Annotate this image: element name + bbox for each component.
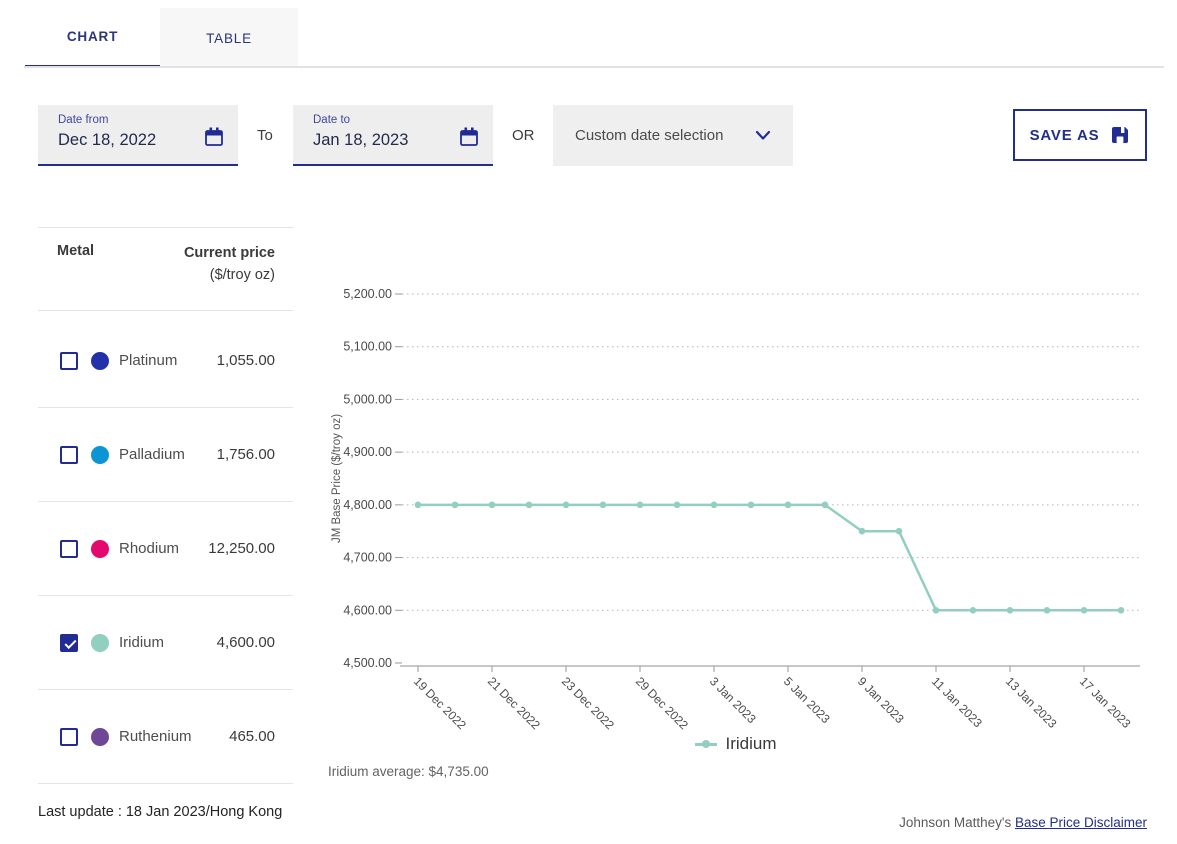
metal-name: Iridium <box>119 634 165 651</box>
svg-text:11 Jan 2023: 11 Jan 2023 <box>929 674 985 730</box>
metal-price: 1,055.00 <box>216 352 275 369</box>
last-update-text: Last update : 18 Jan 2023/Hong Kong <box>38 804 283 820</box>
svg-text:17 Jan 2023: 17 Jan 2023 <box>1077 674 1134 731</box>
metal-checkbox-ruthenium[interactable] <box>60 727 78 746</box>
svg-text:13 Jan 2023: 13 Jan 2023 <box>1003 674 1060 731</box>
base-price-disclaimer-link[interactable]: Base Price Disclaimer <box>1015 815 1147 830</box>
svg-text:23 Dec 2022: 23 Dec 2022 <box>559 674 617 731</box>
or-label: OR <box>512 127 535 144</box>
tab-table-label: TABLE <box>206 30 252 46</box>
metal-price: 12,250.00 <box>208 540 275 557</box>
metal-column-header: Metal <box>57 243 95 259</box>
date-from-input[interactable]: Date from Dec 18, 2022 <box>38 105 238 166</box>
svg-text:5 Jan 2023: 5 Jan 2023 <box>781 674 833 726</box>
metal-name: Platinum <box>119 352 178 369</box>
save-as-button[interactable]: SAVE AS <box>1013 109 1147 161</box>
svg-text:4,500.00: 4,500.00 <box>343 656 392 670</box>
metal-row-palladium: Palladium 1,756.00 <box>38 408 293 502</box>
tabs-divider <box>24 66 1164 68</box>
metal-checkbox-palladium[interactable] <box>60 445 78 464</box>
metals-table-header: Metal Current price ($/troy oz) <box>38 243 293 287</box>
disclaimer-text: Johnson Matthey's Base Price Disclaimer <box>899 815 1147 830</box>
date-range-select[interactable]: Custom date selection <box>553 105 793 166</box>
save-as-label: SAVE AS <box>1029 126 1100 144</box>
svg-text:19 Dec 2022: 19 Dec 2022 <box>411 674 469 731</box>
chart-legend: Iridium <box>330 734 1142 754</box>
metal-name: Ruthenium <box>119 728 192 745</box>
price-line-chart: 4,500.00 4,600.00 4,700.00 4,800.00 4,900.00… <box>331 287 1140 731</box>
divider <box>38 310 293 311</box>
metal-price: 465.00 <box>229 728 275 745</box>
metal-checkbox-platinum[interactable] <box>60 351 78 370</box>
legend-label: Iridium <box>725 734 777 753</box>
svg-text:4,600.00: 4,600.00 <box>343 603 392 617</box>
svg-text:3 Jan 2023: 3 Jan 2023 <box>707 674 759 726</box>
metal-checkbox-rhodium[interactable] <box>60 539 78 558</box>
price-column-header: Current price ($/troy oz) <box>183 245 275 283</box>
metal-color-dot <box>91 445 109 464</box>
date-to-label: Date to <box>313 114 351 126</box>
svg-text:4,700.00: 4,700.00 <box>343 551 392 565</box>
svg-text:5,000.00: 5,000.00 <box>343 392 392 406</box>
metal-price: 4,600.00 <box>216 634 275 651</box>
average-price-label: Iridium average: $4,735.00 <box>328 764 489 779</box>
legend-item-iridium[interactable]: Iridium <box>695 734 777 754</box>
metal-color-dot <box>91 633 109 652</box>
svg-text:9 Jan 2023: 9 Jan 2023 <box>855 674 907 726</box>
calendar-icon[interactable] <box>459 127 479 147</box>
date-to-value: Jan 18, 2023 <box>313 131 409 149</box>
date-range-select-value: Custom date selection <box>575 127 724 144</box>
metal-checkbox-iridium[interactable] <box>60 633 78 652</box>
metal-color-dot <box>91 539 109 558</box>
date-from-label: Date from <box>58 114 109 126</box>
metal-row-platinum: Platinum 1,055.00 <box>38 314 293 408</box>
metal-name: Rhodium <box>119 540 180 557</box>
svg-text:5,100.00: 5,100.00 <box>343 340 392 354</box>
metals-top-divider <box>38 227 293 228</box>
metal-color-dot <box>91 351 109 370</box>
tab-chart[interactable]: CHART <box>25 8 160 68</box>
svg-text:4,900.00: 4,900.00 <box>343 445 392 459</box>
metal-name: Palladium <box>119 446 185 463</box>
svg-text:JM Base Price ($/troy oz): JM Base Price ($/troy oz) <box>331 414 343 543</box>
legend-marker <box>695 739 718 749</box>
tab-table[interactable]: TABLE <box>160 8 298 68</box>
save-icon <box>1112 127 1129 143</box>
metal-color-dot <box>91 727 109 746</box>
to-label: To <box>257 127 273 144</box>
metal-row-ruthenium: Ruthenium 465.00 <box>38 690 293 784</box>
svg-text:21 Dec 2022: 21 Dec 2022 <box>485 674 543 731</box>
chevron-down-icon <box>755 130 771 140</box>
tab-chart-label: CHART <box>66 29 119 44</box>
date-from-value: Dec 18, 2022 <box>58 131 157 149</box>
svg-text:29 Dec 2022: 29 Dec 2022 <box>633 674 691 731</box>
disclaimer-prefix: Johnson Matthey's <box>899 815 1015 830</box>
svg-text:4,800.00: 4,800.00 <box>343 498 392 512</box>
calendar-icon[interactable] <box>204 127 224 147</box>
metal-row-iridium: Iridium 4,600.00 <box>38 596 293 690</box>
metal-row-rhodium: Rhodium 12,250.00 <box>38 502 293 596</box>
svg-text:5,200.00: 5,200.00 <box>343 287 392 301</box>
date-to-input[interactable]: Date to Jan 18, 2023 <box>293 105 493 166</box>
metal-prices-page: CHART TABLE Date from Dec 18, 2022 To Da… <box>0 0 1177 844</box>
metal-price: 1,756.00 <box>216 446 275 463</box>
